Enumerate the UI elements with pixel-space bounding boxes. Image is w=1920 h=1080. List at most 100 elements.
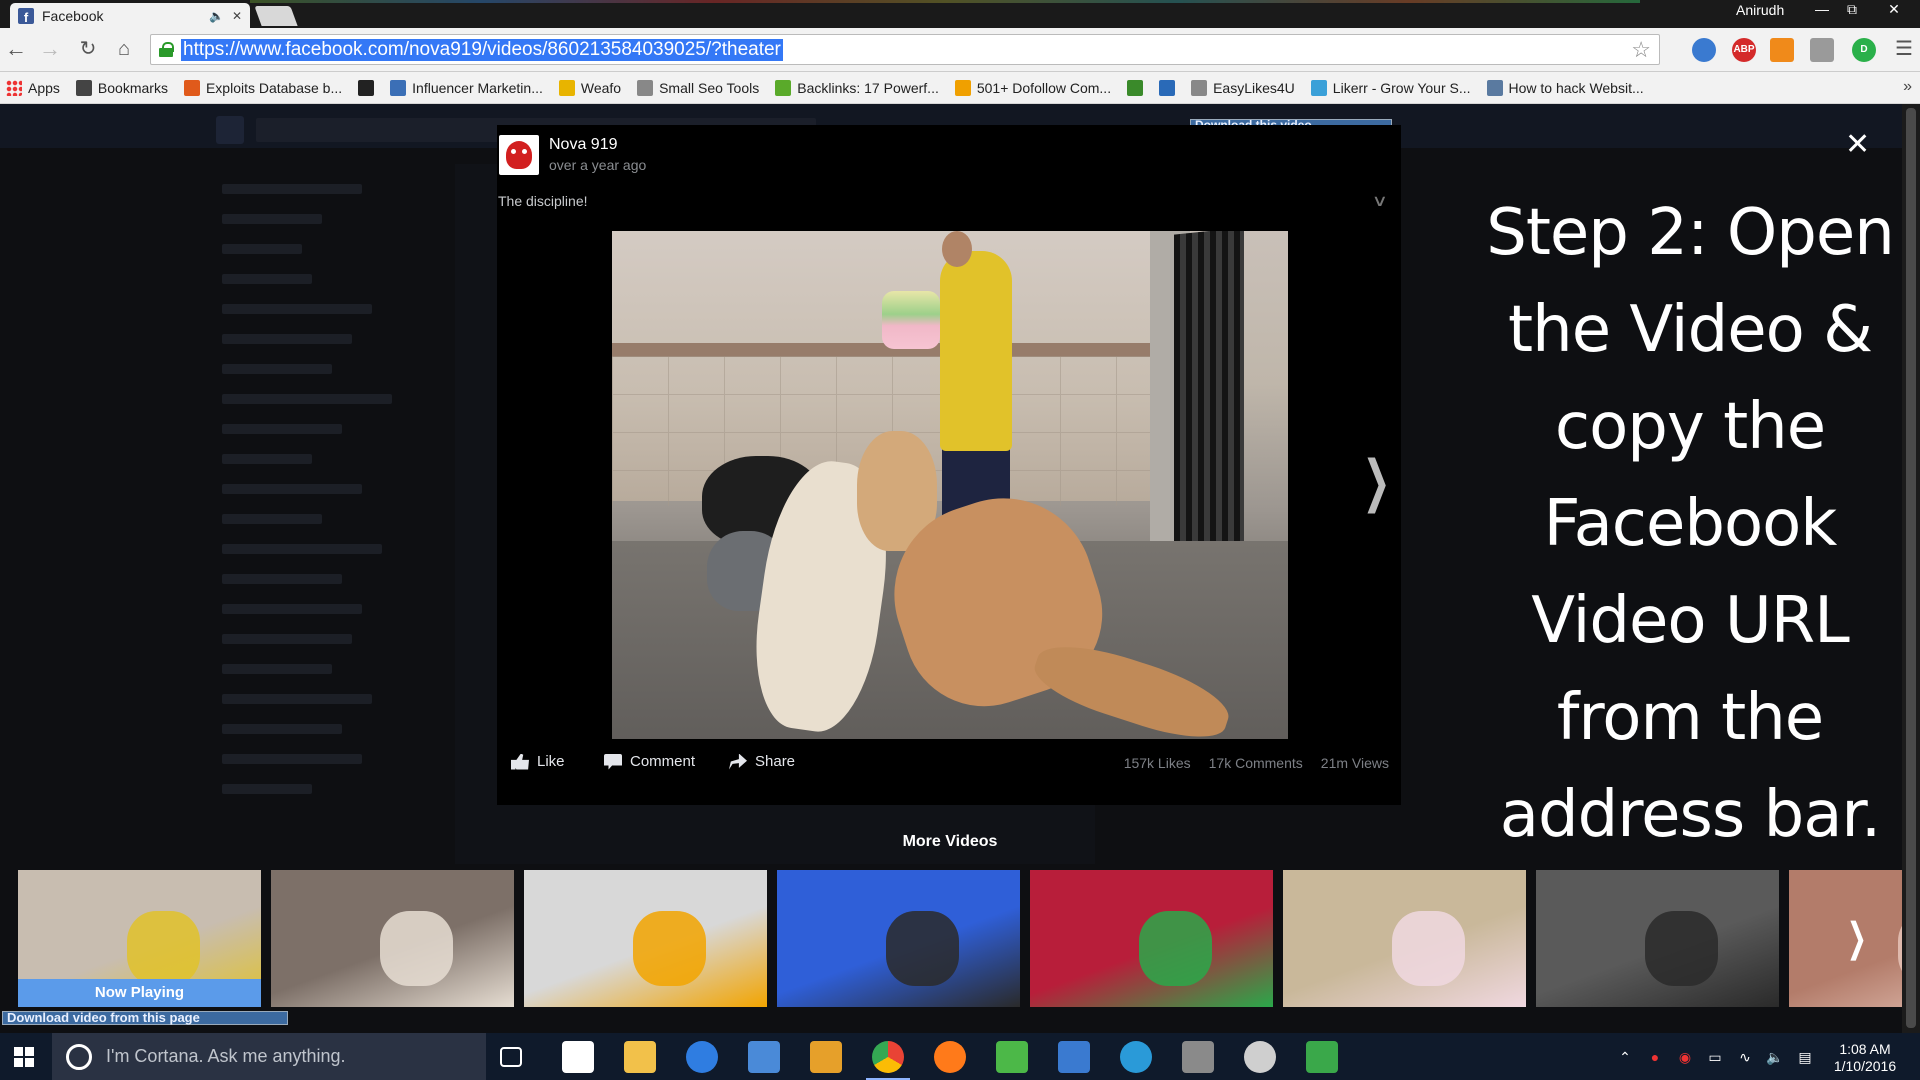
bookmark-item[interactable]: Weafo bbox=[558, 79, 621, 96]
next-video-arrow-icon[interactable]: ❯ bbox=[1362, 453, 1390, 509]
restore-icon[interactable]: ⧉ bbox=[1838, 0, 1866, 20]
sidebar-item-dimmed bbox=[222, 454, 312, 464]
video-thumbnail-babies-sofa[interactable] bbox=[1283, 870, 1526, 1007]
taskbar-remote-desktop-icon[interactable] bbox=[748, 1041, 780, 1073]
taskbar-utorrent-icon[interactable] bbox=[996, 1041, 1028, 1073]
url-text-selected[interactable]: https://www.facebook.com/nova919/videos/… bbox=[181, 39, 783, 61]
thumbs-next-arrow-icon[interactable]: ❯ bbox=[1847, 918, 1867, 958]
scrollbar-thumb[interactable] bbox=[1906, 108, 1916, 1028]
forward-arrow-icon[interactable]: → bbox=[38, 38, 62, 62]
close-theater-icon[interactable]: ✕ bbox=[1845, 130, 1870, 160]
comment-bubble-icon bbox=[604, 753, 622, 770]
taskbar-firefox-icon[interactable] bbox=[934, 1041, 966, 1073]
extension-person-icon[interactable] bbox=[1692, 38, 1716, 62]
bookmark-item[interactable] bbox=[1159, 79, 1176, 96]
video-thumbnail-dogs-feeding[interactable]: Now Playing bbox=[18, 870, 261, 1007]
taskbar-settings-icon[interactable] bbox=[1244, 1041, 1276, 1073]
tray-app-icon[interactable]: ◉ bbox=[1676, 1048, 1694, 1066]
taskbar-task-view-icon[interactable] bbox=[500, 1047, 522, 1067]
thumbnail-subject bbox=[1139, 911, 1213, 987]
bookmark-item[interactable]: Influencer Marketin... bbox=[390, 79, 543, 96]
page-name[interactable]: Nova 919 bbox=[549, 136, 618, 154]
video-wall-stripe bbox=[612, 343, 1152, 357]
taskbar-chrome-icon[interactable] bbox=[866, 1041, 910, 1080]
tray-chevron-up-icon[interactable]: ⌃ bbox=[1616, 1048, 1634, 1066]
video-thumbnail-table-tea[interactable] bbox=[271, 870, 514, 1007]
like-button[interactable]: Like bbox=[511, 753, 565, 770]
battery-icon[interactable]: ▭ bbox=[1706, 1048, 1724, 1066]
minimize-icon[interactable]: — bbox=[1808, 0, 1836, 20]
taskbar-utorrent-green-icon[interactable] bbox=[1306, 1041, 1338, 1073]
comment-button[interactable]: Comment bbox=[604, 753, 695, 770]
wifi-icon[interactable]: ∿ bbox=[1736, 1048, 1754, 1066]
page-scrollbar[interactable] bbox=[1902, 104, 1920, 1033]
video-frame[interactable] bbox=[612, 231, 1288, 739]
video-player[interactable]: ❯ bbox=[497, 231, 1401, 739]
bookmark-item[interactable]: Bookmarks bbox=[75, 79, 168, 96]
bookmark-item[interactable]: Exploits Database b... bbox=[183, 79, 342, 96]
post-caption: The discipline! bbox=[498, 193, 588, 209]
taskbar-circle-app-icon[interactable] bbox=[1120, 1041, 1152, 1073]
comments-count[interactable]: 17k Comments bbox=[1209, 755, 1303, 771]
close-window-icon[interactable]: ✕ bbox=[1880, 0, 1908, 20]
taskbar-file-explorer-icon[interactable] bbox=[624, 1041, 656, 1073]
start-button[interactable] bbox=[0, 1033, 48, 1080]
speaker-icon[interactable]: 🔈 bbox=[209, 9, 224, 23]
bookmarks-bar: Apps Bookmarks Exploits Database b... Influ… bbox=[0, 72, 1920, 104]
bookmark-item[interactable]: 501+ Dofollow Com... bbox=[954, 79, 1111, 96]
page-avatar[interactable] bbox=[499, 135, 539, 175]
facebook-favicon-icon: f bbox=[18, 7, 34, 24]
likes-count[interactable]: 157k Likes bbox=[1124, 755, 1191, 771]
video-thumbnail-truck-barrier[interactable] bbox=[524, 870, 767, 1007]
close-tab-icon[interactable]: ✕ bbox=[232, 9, 242, 23]
back-arrow-icon[interactable]: ← bbox=[4, 38, 28, 62]
volume-icon[interactable]: 🔈 bbox=[1766, 1048, 1784, 1066]
bookmark-item[interactable]: Backlinks: 17 Powerf... bbox=[775, 79, 939, 96]
rss-icon[interactable] bbox=[1770, 38, 1794, 62]
bookmark-item[interactable] bbox=[358, 79, 375, 96]
adblock-plus-icon[interactable]: ABP bbox=[1732, 38, 1756, 62]
taskbar-clock[interactable]: 1:08 AM 1/10/2016 bbox=[1830, 1041, 1900, 1075]
overlay-line: address bar. bbox=[1499, 778, 1881, 852]
video-thumbnail-dark-corridor[interactable] bbox=[1536, 870, 1779, 1007]
action-center-icon[interactable]: ▤ bbox=[1796, 1048, 1814, 1066]
chevron-down-icon[interactable]: ∨ bbox=[1372, 191, 1388, 211]
taskbar-network-app-icon[interactable] bbox=[1058, 1041, 1090, 1073]
cortana-search-box[interactable]: I'm Cortana. Ask me anything. bbox=[52, 1033, 486, 1080]
tray-record-icon[interactable]: ● bbox=[1646, 1048, 1664, 1066]
post-header: Nova 919 over a year ago The discipline!… bbox=[497, 125, 1401, 210]
address-bar[interactable]: https://www.facebook.com/nova919/videos/… bbox=[150, 34, 1660, 65]
bookmark-item[interactable]: EasyLikes4U bbox=[1191, 79, 1295, 96]
taskbar-paint-icon[interactable] bbox=[810, 1041, 842, 1073]
bookmark-item[interactable] bbox=[1127, 79, 1144, 96]
tab-facebook[interactable]: f Facebook 🔈 ✕ bbox=[10, 3, 250, 28]
post-timestamp[interactable]: over a year ago bbox=[549, 157, 646, 173]
chrome-menu-icon[interactable]: ☰ bbox=[1892, 38, 1916, 62]
secure-lock-icon[interactable] bbox=[159, 42, 174, 57]
extension-d-icon[interactable]: D bbox=[1852, 38, 1876, 62]
chrome-tab-strip: f Facebook 🔈 ✕ Anirudh — ⧉ ✕ bbox=[0, 0, 1920, 28]
download-video-page-button[interactable]: Download video from this page bbox=[2, 1011, 288, 1025]
profile-name[interactable]: Anirudh bbox=[1736, 2, 1784, 18]
bookmark-item[interactable]: How to hack Websit... bbox=[1486, 79, 1644, 96]
new-tab-button[interactable] bbox=[254, 6, 298, 26]
video-cake-stack bbox=[882, 291, 940, 349]
taskbar-store-icon[interactable] bbox=[562, 1041, 594, 1073]
comment-label: Comment bbox=[630, 753, 696, 770]
bookmarks-overflow-icon[interactable]: » bbox=[1903, 78, 1912, 96]
taskbar-mmc-icon[interactable] bbox=[1182, 1041, 1214, 1073]
home-icon[interactable]: ⌂ bbox=[112, 38, 136, 62]
video-thumbnail-boy-singing[interactable] bbox=[1030, 870, 1273, 1007]
bookmark-star-icon[interactable]: ☆ bbox=[1631, 37, 1651, 63]
bookmark-item[interactable]: Apps bbox=[6, 79, 60, 96]
extension-grid-icon[interactable] bbox=[1810, 38, 1834, 62]
video-man-head bbox=[942, 231, 972, 267]
bookmark-item[interactable]: Small Seo Tools bbox=[637, 79, 759, 96]
video-thumbnail-blue-sky-pole[interactable] bbox=[777, 870, 1020, 1007]
bookmark-label: Bookmarks bbox=[97, 79, 168, 96]
taskbar-edge-icon[interactable] bbox=[686, 1041, 718, 1073]
bookmark-item[interactable]: Likerr - Grow Your S... bbox=[1310, 79, 1471, 96]
video-thumbnail-woman-pink[interactable] bbox=[1789, 870, 1902, 1007]
reload-icon[interactable]: ↻ bbox=[76, 38, 100, 62]
share-button[interactable]: Share bbox=[729, 753, 795, 770]
